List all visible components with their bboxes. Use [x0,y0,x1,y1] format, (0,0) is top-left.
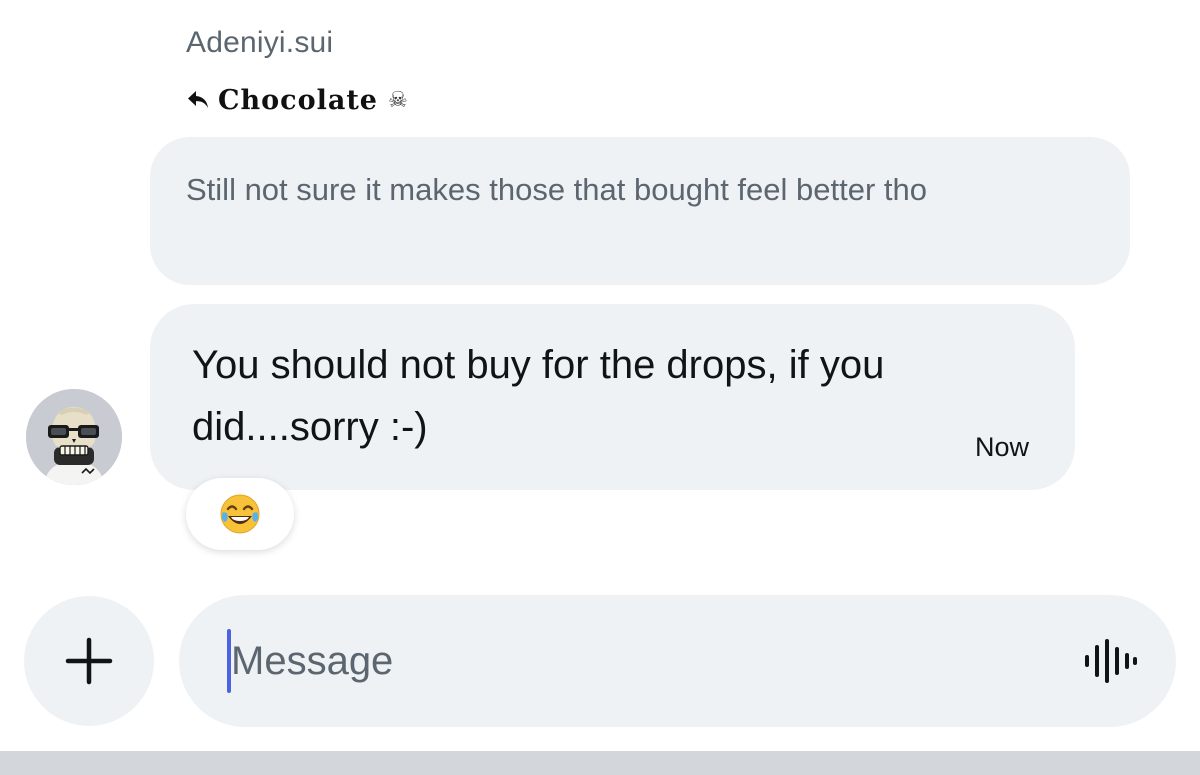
skull-avatar-icon [26,389,122,485]
avatar[interactable] [26,389,122,485]
sender-name[interactable]: Adeniyi.sui [186,26,333,60]
quoted-message-text: Still not sure it makes those that bough… [186,172,927,207]
reply-target-name: Chocolate [218,84,378,116]
skull-crossbones-icon: ☠ [387,87,408,113]
reply-arrow-icon [186,88,210,112]
plus-icon [65,637,113,685]
message-timestamp: Now [974,432,1029,462]
bottom-bar [0,751,1200,775]
voice-message-button[interactable] [1080,635,1140,687]
quoted-message-bubble[interactable]: Still not sure it makes those that bough… [150,137,1130,285]
dm-conversation-screen: Adeniyi.sui Chocolate ☠ Still not sure i… [0,0,1200,775]
tears-of-joy-emoji-icon [220,494,260,534]
message-bubble[interactable]: You should not buy for the drops, if you… [150,304,1075,490]
audio-waveform-icon [1085,639,1137,683]
reaction-badge[interactable] [186,478,294,550]
message-composer[interactable] [179,595,1176,727]
message-input[interactable] [231,621,1051,701]
reply-context-header[interactable]: Chocolate ☠ [186,80,408,120]
message-text: You should not buy for the drops, if you… [192,343,885,449]
add-attachment-button[interactable] [24,596,154,726]
